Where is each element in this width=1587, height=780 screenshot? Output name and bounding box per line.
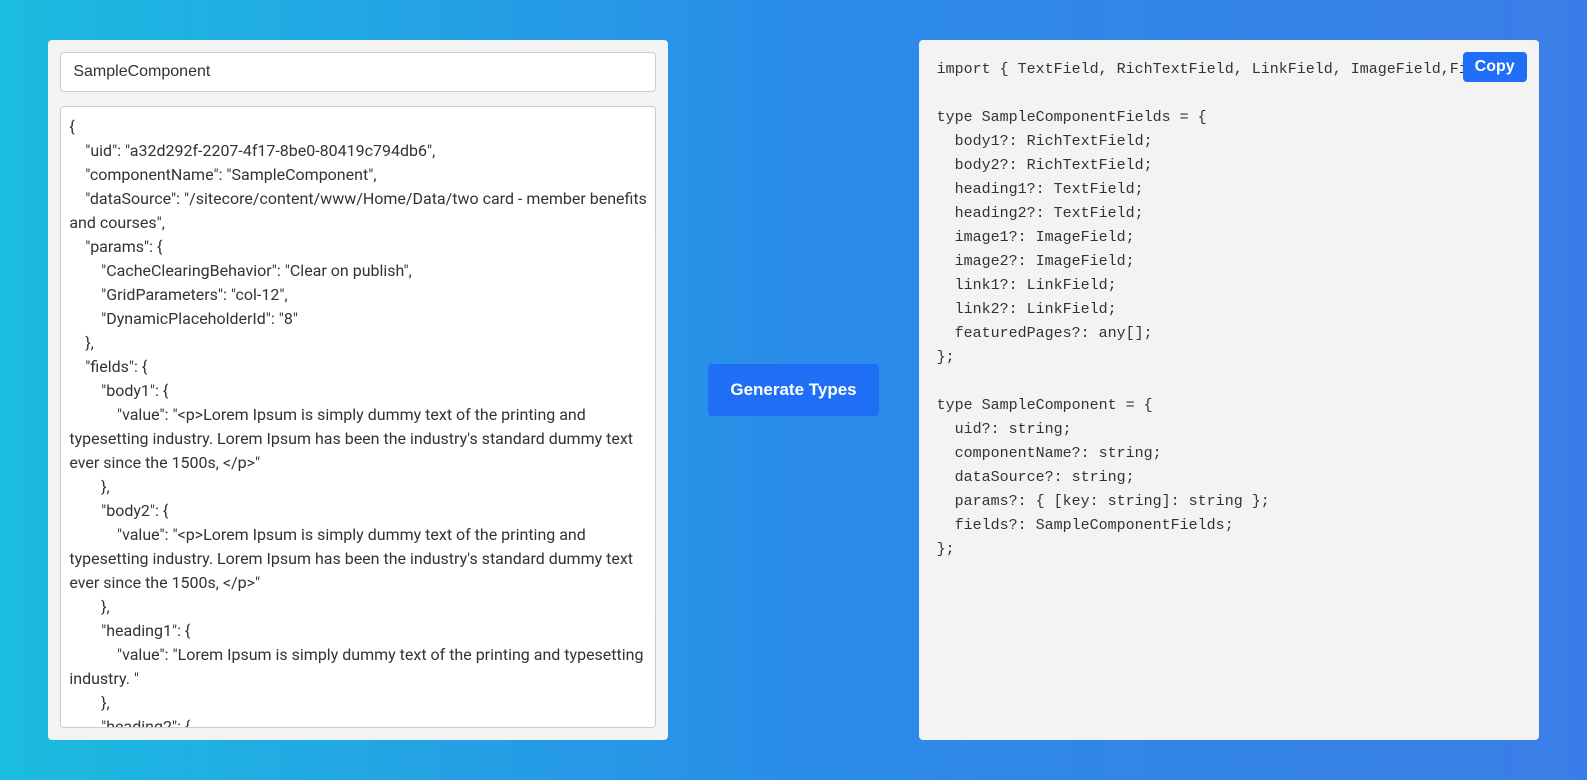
copy-button[interactable]: Copy bbox=[1463, 52, 1527, 82]
component-name-input[interactable] bbox=[60, 52, 656, 92]
center-controls: Generate Types bbox=[708, 364, 878, 416]
input-panel bbox=[48, 40, 668, 740]
output-panel: Copy import { TextField, RichTextField, … bbox=[919, 40, 1539, 740]
json-input-textarea[interactable] bbox=[60, 106, 656, 728]
type-output-code: import { TextField, RichTextField, LinkF… bbox=[937, 58, 1521, 722]
generate-types-button[interactable]: Generate Types bbox=[708, 364, 878, 416]
